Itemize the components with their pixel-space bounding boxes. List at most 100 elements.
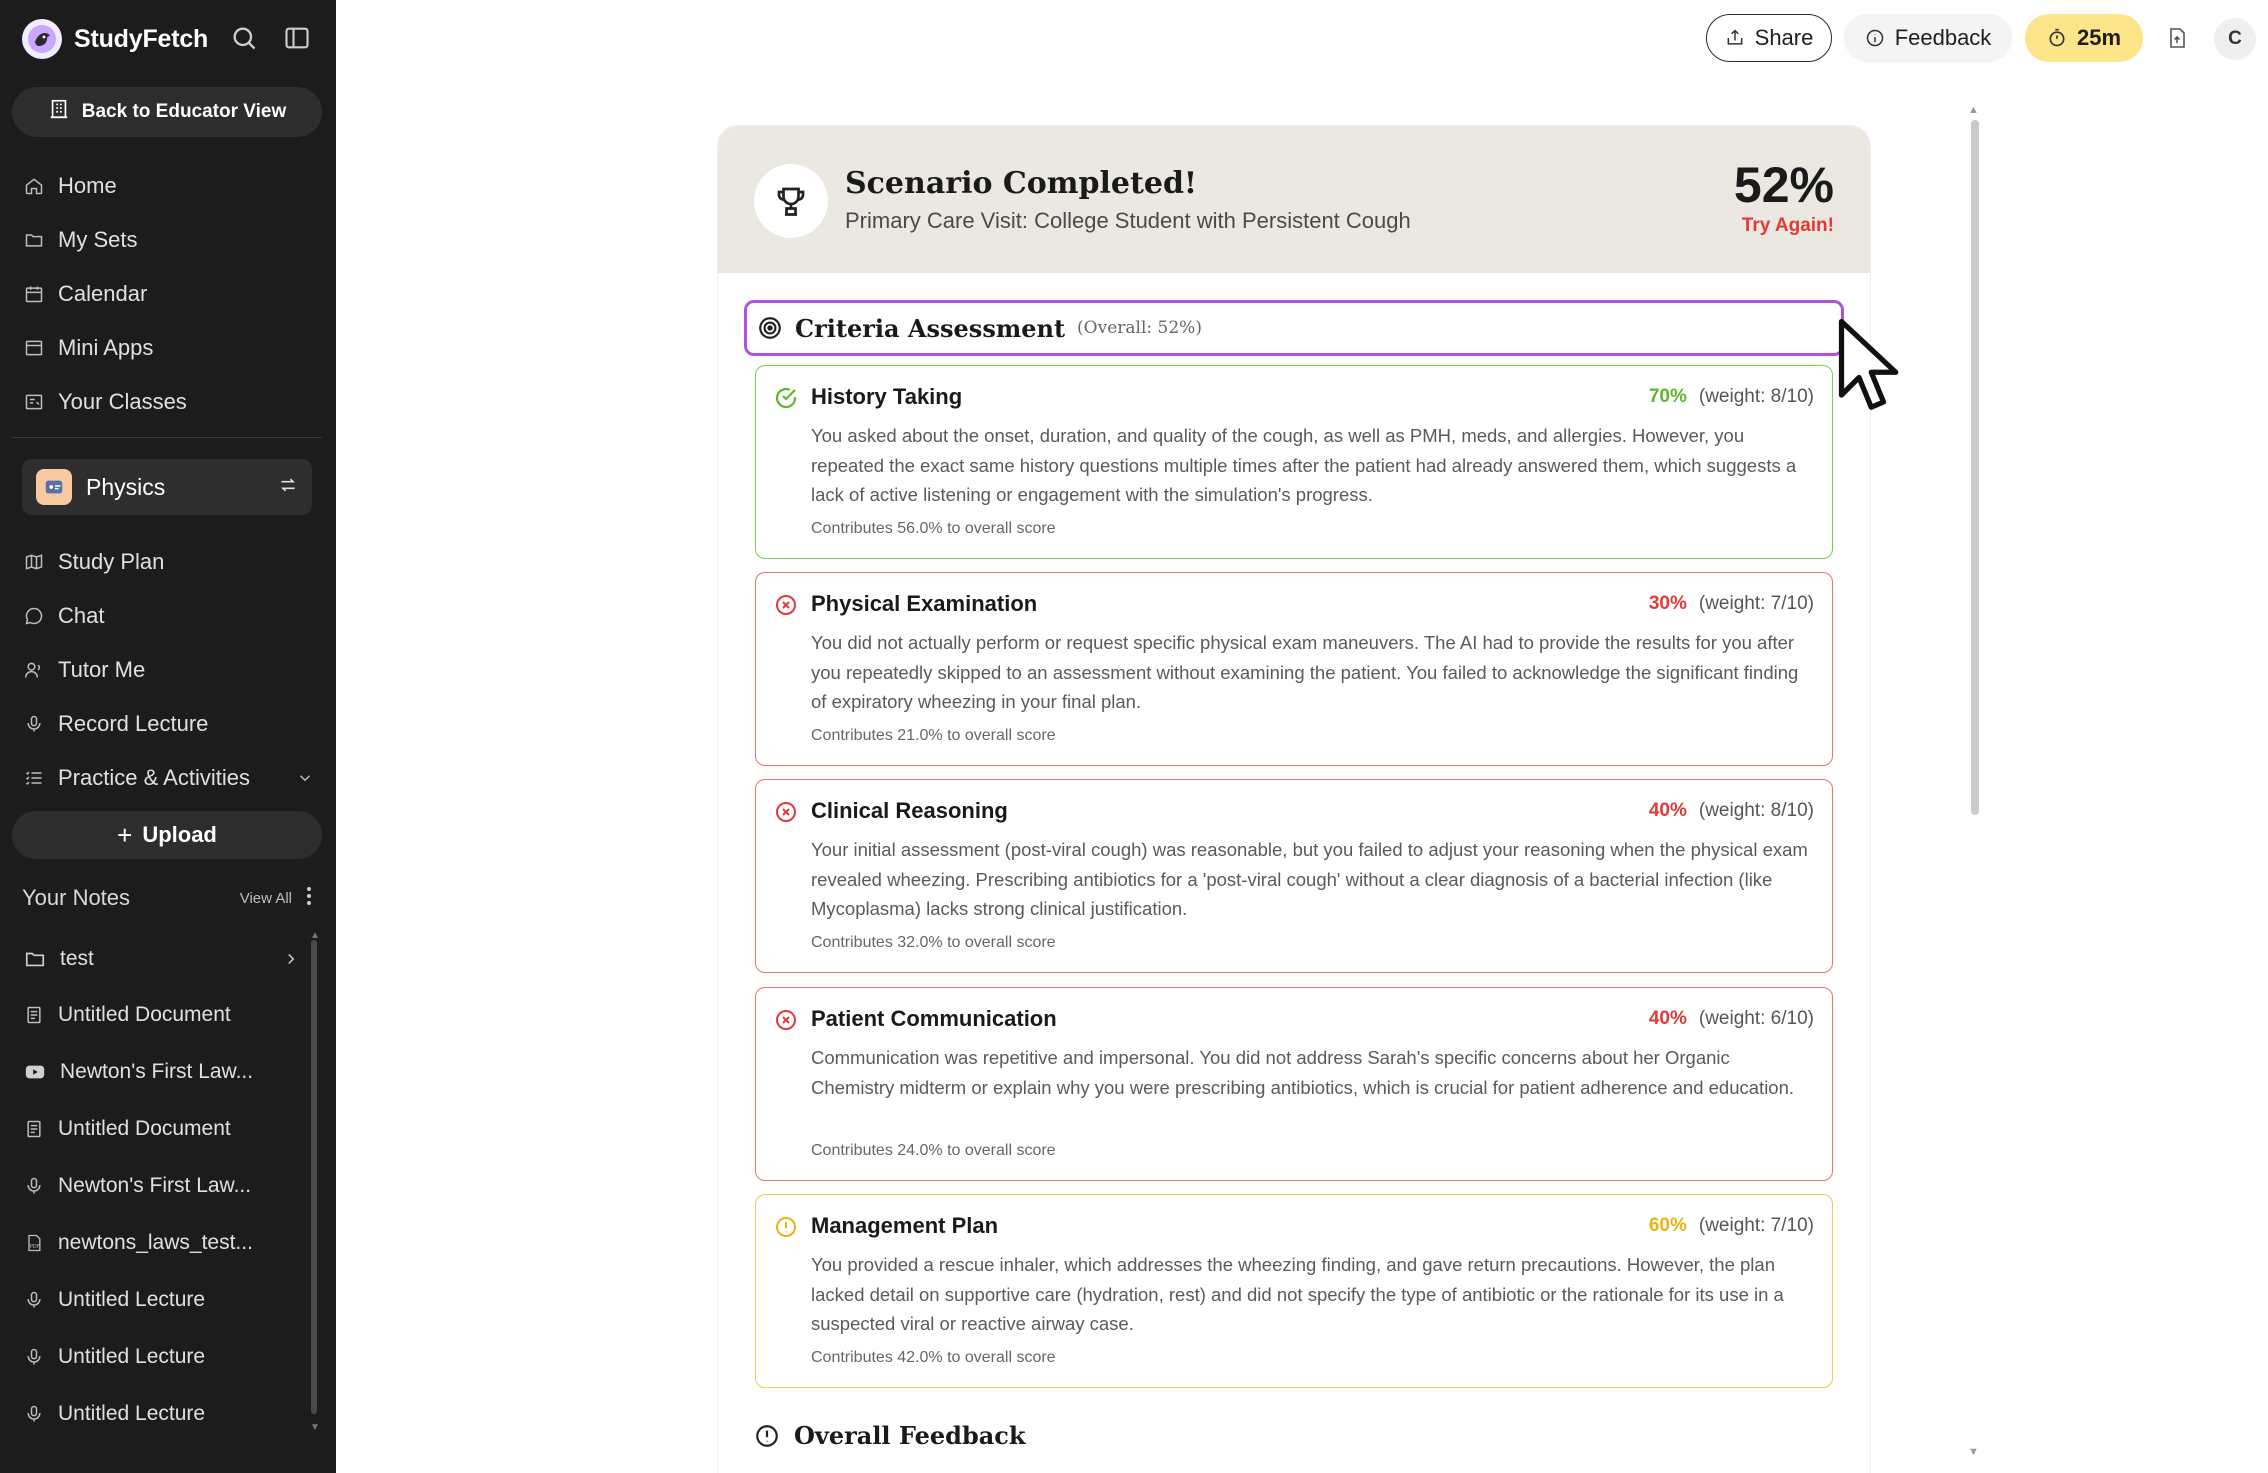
share-button[interactable]: Share xyxy=(1706,14,1832,62)
brand[interactable]: StudyFetch xyxy=(22,18,208,60)
upload-label: Upload xyxy=(142,822,217,847)
nav-item-tutor-me[interactable]: Tutor Me xyxy=(24,650,145,690)
criterion-contribution: Contributes 56.0% to overall score xyxy=(811,520,1056,537)
overall-feedback-title: Overall Feedback xyxy=(794,1421,1026,1450)
nav-item-mini-apps[interactable]: Mini Apps xyxy=(24,328,153,368)
timer-label: 25m xyxy=(2076,25,2122,50)
sidebar-toggle-icon[interactable] xyxy=(281,22,313,54)
main-scroll-down-arrow[interactable]: ▼ xyxy=(1968,1446,1979,1458)
back-to-educator-label: Back to Educator View xyxy=(81,101,287,122)
target-icon xyxy=(759,317,781,339)
microphone-icon xyxy=(27,1405,41,1422)
criterion-card-management-plan: Management Plan 60% (weight: 7/10) You p… xyxy=(755,1194,1833,1388)
nav-label: Study Plan xyxy=(58,549,165,574)
user-avatar[interactable]: C xyxy=(2214,18,2256,60)
timer-button[interactable]: 25m xyxy=(2025,14,2143,62)
nav-item-calendar[interactable]: Calendar xyxy=(24,274,147,314)
building-icon xyxy=(48,98,70,126)
main-scroll-up-arrow[interactable]: ▲ xyxy=(1968,104,1979,116)
upload-button[interactable]: + Upload xyxy=(12,811,322,859)
note-item[interactable]: Newton's First Law... xyxy=(24,1052,300,1092)
criterion-contribution: Contributes 32.0% to overall score xyxy=(811,934,1056,951)
nav-item-record-lecture[interactable]: Record Lecture xyxy=(24,704,208,744)
file-upload-icon[interactable] xyxy=(2161,22,2193,54)
note-item[interactable]: Newton's First Law... xyxy=(24,1166,300,1206)
plus-icon: + xyxy=(117,819,133,850)
microphone-icon xyxy=(27,715,41,732)
nav-label: Tutor Me xyxy=(58,657,146,682)
notes-scrollbar[interactable] xyxy=(311,940,317,1414)
nav-item-chat[interactable]: Chat xyxy=(24,596,104,636)
share-label: Share xyxy=(1754,25,1814,50)
criterion-feedback: You provided a rescue inhaler, which add… xyxy=(811,1254,1784,1334)
criterion-percent: 30% xyxy=(1648,593,1687,614)
criterion-name: History Taking xyxy=(811,384,963,409)
criterion-percent: 60% xyxy=(1648,1215,1687,1236)
share-icon xyxy=(1727,29,1743,45)
note-item[interactable]: Untitled Lecture xyxy=(24,1394,300,1434)
chevron-right-icon[interactable] xyxy=(282,950,300,968)
nav-item-practice-activities[interactable]: Practice & Activities xyxy=(24,758,314,798)
note-item[interactable]: Untitled Lecture xyxy=(24,1337,300,1377)
class-name: Physics xyxy=(86,473,166,500)
try-again-label[interactable]: Try Again! xyxy=(1742,215,1834,237)
nav-item-my-sets[interactable]: My Sets xyxy=(24,220,137,260)
nav-item-study-plan[interactable]: Study Plan xyxy=(24,542,164,582)
class-avatar xyxy=(36,469,72,505)
info-icon xyxy=(1866,29,1883,47)
note-label: test xyxy=(60,947,94,970)
criterion-score: 60% (weight: 7/10) xyxy=(1649,1215,1814,1237)
main-scrollbar[interactable] xyxy=(1971,120,1979,815)
overall-feedback-header: Overall Feedback xyxy=(754,1421,1026,1450)
notes-header: Your Notes View All xyxy=(22,880,312,916)
criterion-name: Physical Examination xyxy=(811,591,1038,616)
search-icon[interactable] xyxy=(228,22,260,54)
class-selector[interactable]: Physics xyxy=(22,459,312,515)
nav-item-home[interactable]: Home xyxy=(24,166,117,206)
scenario-header: Scenario Completed! Primary Care Visit: … xyxy=(718,126,1870,273)
note-item-folder[interactable]: test xyxy=(24,939,300,979)
criteria-assessment-header[interactable]: Criteria Assessment (Overall: 52%) xyxy=(744,300,1844,356)
chevron-down-icon[interactable] xyxy=(296,769,314,787)
note-item[interactable]: Untitled Document xyxy=(24,1109,300,1149)
criteria-title: Criteria Assessment xyxy=(795,313,1066,343)
nav-label: Your Classes xyxy=(58,389,187,414)
back-to-educator-button[interactable]: Back to Educator View xyxy=(12,87,322,137)
notes-scroll-up-arrow[interactable]: ▲ xyxy=(310,931,320,941)
criterion-feedback: You asked about the onset, duration, and… xyxy=(811,425,1797,505)
studyfetch-logo-icon xyxy=(22,19,62,59)
view-all-link[interactable]: View All xyxy=(240,890,292,907)
more-vertical-icon[interactable] xyxy=(306,886,312,911)
notes-title: Your Notes xyxy=(22,885,131,910)
note-label: Untitled Lecture xyxy=(58,1288,206,1311)
classes-icon xyxy=(25,394,43,410)
tutor-icon xyxy=(24,662,41,678)
app-window-icon xyxy=(25,340,43,356)
note-item[interactable]: Untitled Document xyxy=(24,995,300,1035)
note-item[interactable]: PDF newtons_laws_test... xyxy=(24,1223,300,1263)
note-label: Newton's First Law... xyxy=(58,1174,252,1197)
list-icon xyxy=(25,771,42,785)
nav-label: My Sets xyxy=(58,227,138,252)
criterion-card-clinical-reasoning: Clinical Reasoning 40% (weight: 8/10) Yo… xyxy=(755,779,1833,973)
criterion-weight: (weight: 7/10) xyxy=(1698,593,1814,614)
scenario-score: 52% xyxy=(1733,157,1834,213)
nav-label: Home xyxy=(58,173,117,198)
alert-circle-icon xyxy=(756,1424,778,1447)
svg-text:PDF: PDF xyxy=(30,1244,40,1250)
criterion-percent: 70% xyxy=(1648,386,1687,407)
document-icon xyxy=(27,1120,41,1138)
feedback-button[interactable]: Feedback xyxy=(1844,14,2012,62)
switch-arrows-icon[interactable] xyxy=(278,475,298,500)
notes-scroll-down-arrow[interactable]: ▼ xyxy=(310,1423,320,1433)
brand-name: StudyFetch xyxy=(74,24,209,53)
folder-icon xyxy=(25,234,43,247)
criterion-score: 70% (weight: 8/10) xyxy=(1649,386,1814,408)
nav-item-your-classes[interactable]: Your Classes xyxy=(24,382,187,422)
sidebar: StudyFetch Back to Educator View Home My… xyxy=(0,0,336,1473)
stopwatch-icon xyxy=(2049,28,2065,47)
note-item[interactable]: Untitled Lecture xyxy=(24,1280,300,1320)
note-label: Untitled Document xyxy=(58,1003,231,1026)
criterion-weight: (weight: 8/10) xyxy=(1698,386,1814,407)
criterion-percent: 40% xyxy=(1648,800,1687,821)
